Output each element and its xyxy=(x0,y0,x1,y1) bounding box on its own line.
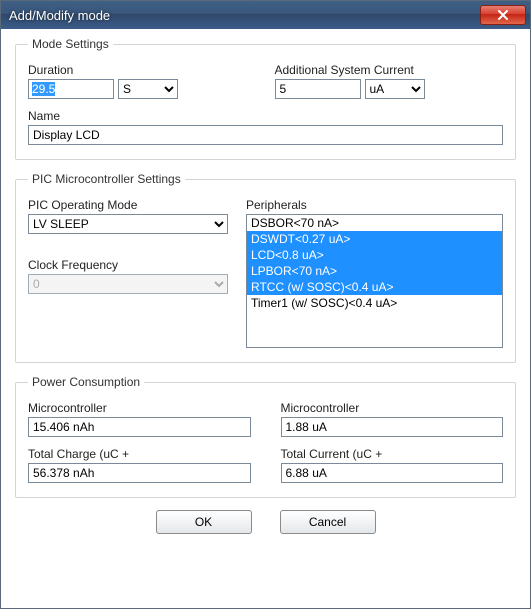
uc-current-value: 1.88 uA xyxy=(281,417,504,437)
total-charge-value: 56.378 nAh xyxy=(28,463,251,483)
pic-settings-legend: PIC Microcontroller Settings xyxy=(28,172,185,186)
peripherals-listbox[interactable]: DSBOR<70 nA>DSWDT<0.27 uA>LCD<0.8 uA>LPB… xyxy=(246,214,503,348)
total-current-value: 6.88 uA xyxy=(281,463,504,483)
dialog-window: Add/Modify mode Mode Settings Duration 2… xyxy=(0,0,531,609)
name-input[interactable] xyxy=(28,125,503,145)
window-title: Add/Modify mode xyxy=(9,8,480,23)
dialog-content: Mode Settings Duration 29.5 S Additional… xyxy=(1,29,530,546)
cancel-button[interactable]: Cancel xyxy=(280,510,376,534)
additional-current-label: Additional System Current xyxy=(275,63,504,77)
total-current-label: Total Current (uC + xyxy=(281,447,504,461)
dialog-button-row: OK Cancel xyxy=(15,510,516,534)
operating-mode-select[interactable]: LV SLEEP xyxy=(28,214,228,234)
peripherals-item[interactable]: DSBOR<70 nA> xyxy=(247,215,502,231)
pic-settings-group: PIC Microcontroller Settings PIC Operati… xyxy=(15,172,516,363)
ok-button[interactable]: OK xyxy=(156,510,252,534)
operating-mode-label: PIC Operating Mode xyxy=(28,198,228,212)
peripherals-item[interactable]: LCD<0.8 uA> xyxy=(247,247,502,263)
duration-label: Duration xyxy=(28,63,257,77)
additional-current-input[interactable] xyxy=(275,79,361,99)
close-icon xyxy=(497,10,509,20)
close-button[interactable] xyxy=(480,5,526,25)
power-consumption-legend: Power Consumption xyxy=(28,375,144,389)
titlebar: Add/Modify mode xyxy=(1,1,530,29)
peripherals-item[interactable]: Timer1 (w/ SOSC)<0.4 uA> xyxy=(247,295,502,311)
mode-settings-legend: Mode Settings xyxy=(28,37,113,51)
clock-freq-label: Clock Frequency xyxy=(28,258,228,272)
uc-charge-value: 15.406 nAh xyxy=(28,417,251,437)
total-charge-label: Total Charge (uC + xyxy=(28,447,251,461)
peripherals-label: Peripherals xyxy=(246,198,503,212)
duration-value: 29.5 xyxy=(32,82,55,96)
duration-unit-select[interactable]: S xyxy=(118,79,178,99)
peripherals-item[interactable]: LPBOR<70 nA> xyxy=(247,263,502,279)
uc-current-label: Microcontroller xyxy=(281,401,504,415)
power-consumption-group: Power Consumption Microcontroller 15.406… xyxy=(15,375,516,498)
name-label: Name xyxy=(28,109,503,123)
clock-freq-select: 0 xyxy=(28,274,228,294)
uc-charge-label: Microcontroller xyxy=(28,401,251,415)
duration-input[interactable]: 29.5 xyxy=(28,79,114,99)
additional-current-unit-select[interactable]: uA xyxy=(365,79,425,99)
peripherals-item[interactable]: DSWDT<0.27 uA> xyxy=(247,231,502,247)
mode-settings-group: Mode Settings Duration 29.5 S Additional… xyxy=(15,37,516,160)
peripherals-item[interactable]: RTCC (w/ SOSC)<0.4 uA> xyxy=(247,279,502,295)
